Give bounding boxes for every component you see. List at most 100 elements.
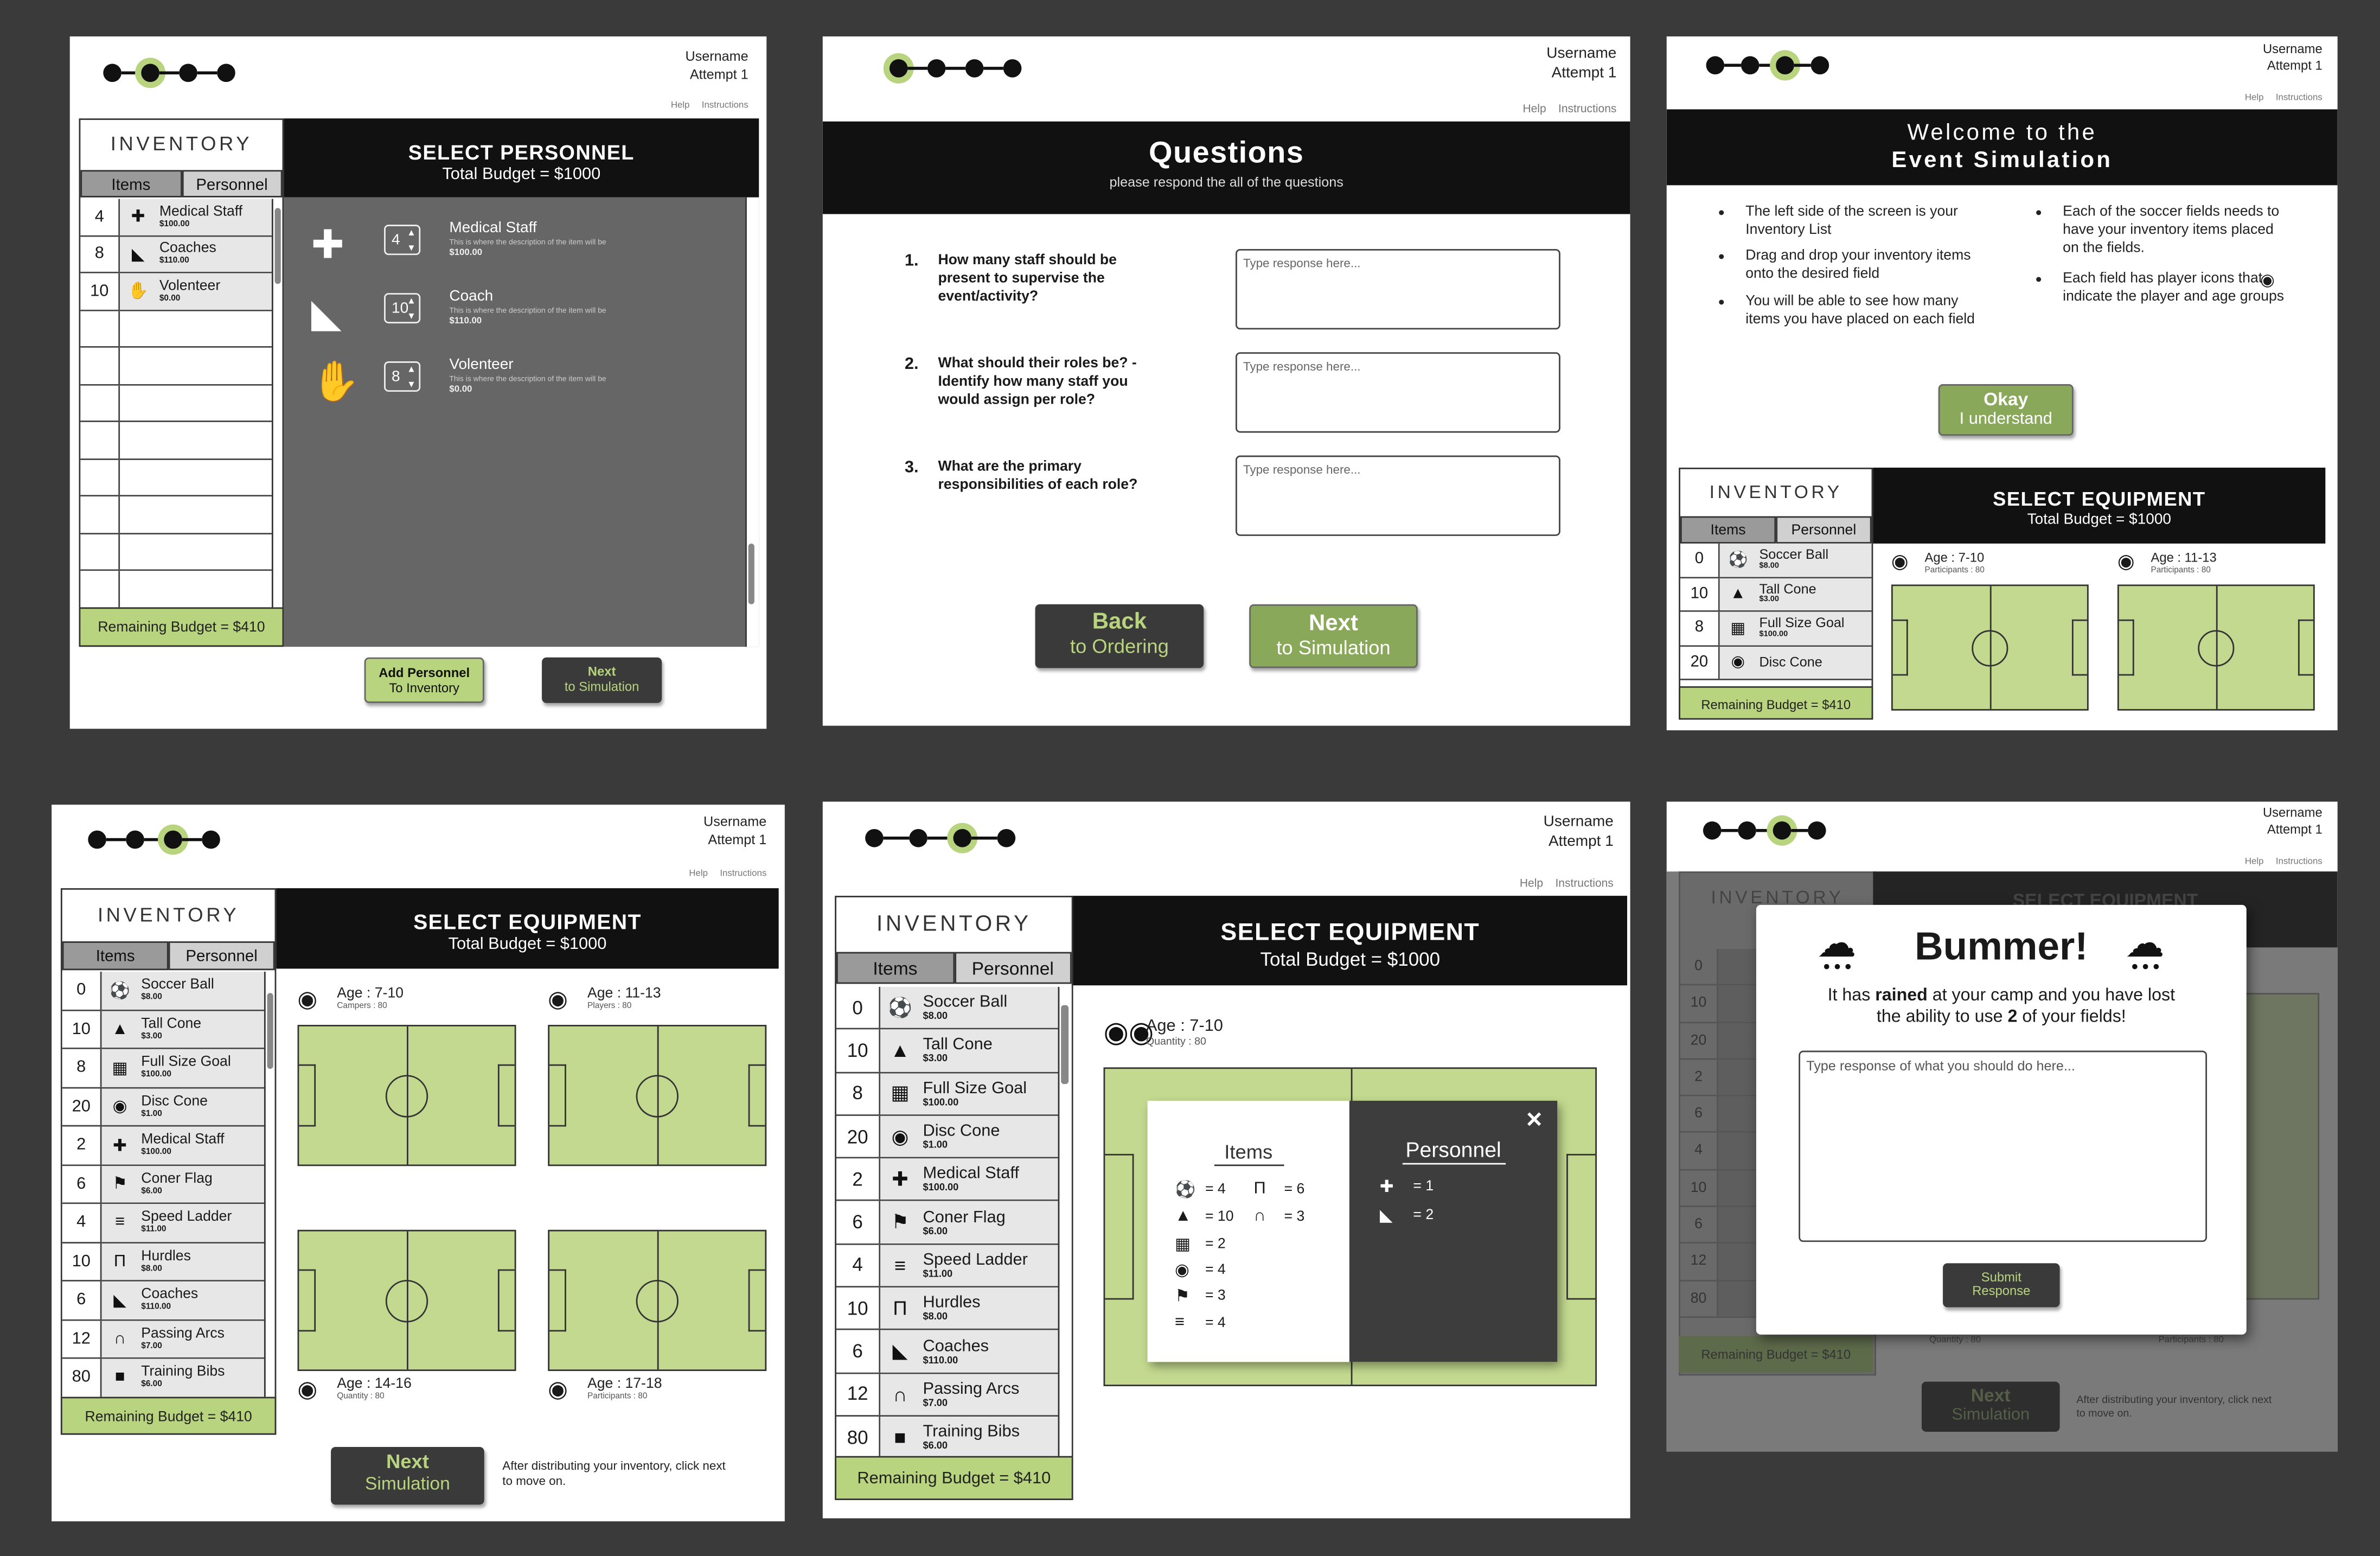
inventory-scrollbar[interactable]: [1058, 987, 1072, 1499]
help-link[interactable]: Help: [2245, 858, 2264, 867]
quantity-stepper[interactable]: 4 ▲ ▼: [384, 225, 421, 257]
inventory-row[interactable]: 6 ◣ Coaches $110.00: [62, 1281, 266, 1321]
inventory-row[interactable]: 8 ▦ Full Size Goal $100.00: [836, 1073, 1058, 1116]
inventory-row[interactable]: 6 ⚑ Coner Flag $6.00: [62, 1165, 266, 1204]
goal-icon: ▦: [1175, 1235, 1191, 1254]
help-link[interactable]: Help: [671, 101, 690, 111]
inventory-row[interactable]: 0 ⚽ Soccer Ball $8.00: [1680, 543, 1872, 578]
inventory-row[interactable]: 80 ■ Training Bibs $6.00: [62, 1359, 266, 1398]
inventory-row[interactable]: 20 ◉ Disc Cone $1.00: [836, 1115, 1058, 1159]
username-label[interactable]: Username: [703, 812, 766, 831]
instructions-link[interactable]: Instructions: [720, 870, 766, 879]
inventory-row[interactable]: 0 ⚽ Soccer Ball $8.00: [836, 987, 1058, 1030]
next-label: Next: [386, 1450, 429, 1473]
empty-inventory-row: [80, 310, 272, 348]
inventory-row[interactable]: 12 ∩ Passing Arcs $7.00: [62, 1320, 266, 1359]
item-cell: ◣ Coaches $110.00: [120, 236, 272, 272]
tab-personnel[interactable]: Personnel: [168, 941, 275, 971]
tab-items[interactable]: Items: [80, 170, 182, 197]
inventory-row[interactable]: 12 ∩ Passing Arcs $7.00: [836, 1373, 1058, 1417]
instructions-link[interactable]: Instructions: [702, 101, 748, 111]
tab-personnel[interactable]: Personnel: [1776, 516, 1872, 544]
instructions-link[interactable]: Instructions: [2276, 858, 2323, 867]
field-detail-popup: Items ⚽ = 4 Π = 6 ▲ = 10 ∩ = 3 ▦ = 2 ◉ = 4 ⚑ = 3 ≡ = 4 …: [1147, 1100, 1558, 1362]
stepper-arrows-icon[interactable]: ▲ ▼: [407, 295, 416, 325]
close-icon[interactable]: ×: [1526, 1104, 1542, 1136]
instruction-bullet: Each of the soccer fields needs to have …: [2036, 203, 2293, 258]
add-personnel-button[interactable]: Add Personnel To Inventory: [364, 657, 484, 703]
inventory-scrollbar[interactable]: [264, 972, 275, 1433]
quantity-stepper[interactable]: 10 ▲ ▼: [384, 293, 421, 325]
question-text: What should their roles be? - Identify h…: [938, 355, 1137, 409]
progress-dot-current: [1776, 56, 1794, 75]
progress-connector: [159, 71, 180, 75]
inventory-row[interactable]: 6 ⚑ Coner Flag $6.00: [836, 1201, 1058, 1245]
inventory-row[interactable]: 10 Π Hurdles $8.00: [62, 1242, 266, 1281]
okay-button[interactable]: Okay I understand: [1938, 384, 2074, 436]
next-to-simulation-button[interactable]: Next to Simulation: [542, 657, 662, 703]
response-textarea[interactable]: Type response of what you should do here…: [1799, 1050, 2208, 1242]
instructions-link[interactable]: Instructions: [2276, 94, 2323, 104]
next-to-simulation-button[interactable]: Next to Simulation: [1249, 604, 1418, 668]
inventory-row[interactable]: 4 ≡ Speed Ladder $11.00: [836, 1245, 1058, 1288]
tab-items[interactable]: Items: [1680, 516, 1776, 544]
response-field[interactable]: Type response here...: [1235, 352, 1560, 433]
inventory-row[interactable]: 10 ▲ Tall Cone $3.00: [836, 1030, 1058, 1073]
back-to-ordering-button[interactable]: Back to Ordering: [1035, 604, 1204, 668]
soccer-field[interactable]: [548, 1229, 767, 1372]
inventory-row[interactable]: 4 ✚ Medical Staff $100.00: [80, 199, 272, 237]
arc-icon: ∩: [114, 1329, 126, 1348]
tab-items[interactable]: Items: [836, 952, 954, 984]
stepper-arrows-icon[interactable]: ▲ ▼: [407, 226, 416, 257]
username-label[interactable]: Username: [2263, 805, 2323, 821]
inventory-row[interactable]: 10 ▲ Tall Cone $3.00: [1680, 577, 1872, 612]
soccer-field[interactable]: [1891, 584, 2089, 711]
soccer-field[interactable]: [297, 1024, 516, 1166]
help-link[interactable]: Help: [1522, 101, 1546, 115]
personnel-scrollbar[interactable]: [745, 197, 759, 647]
response-field[interactable]: Type response here...: [1235, 248, 1560, 330]
username-label[interactable]: Username: [1544, 812, 1614, 832]
inventory-row[interactable]: 20 ◉ Disc Cone $1.00: [62, 1088, 266, 1127]
inventory-row[interactable]: 8 ▦ Full Size Goal $100.00: [62, 1049, 266, 1088]
response-field[interactable]: Type response here...: [1235, 455, 1560, 536]
tab-personnel[interactable]: Personnel: [181, 170, 283, 197]
inventory-row[interactable]: 8 ▦ Full Size Goal $100.00: [1680, 611, 1872, 646]
inventory-row[interactable]: 2 ✚ Medical Staff $100.00: [836, 1158, 1058, 1202]
inventory-row[interactable]: 0 ⚽ Soccer Ball $8.00: [62, 972, 266, 1011]
username-label[interactable]: Username: [685, 47, 748, 66]
inventory-row[interactable]: 4 ≡ Speed Ladder $11.00: [62, 1204, 266, 1243]
quantity-stepper[interactable]: 8 ▲ ▼: [384, 361, 421, 393]
inventory-row[interactable]: 10 Π Hurdles $8.00: [836, 1287, 1058, 1331]
item-cell: ▲ Tall Cone $3.00: [1719, 577, 1872, 610]
soccer-field[interactable]: [2117, 584, 2315, 711]
instructions-link[interactable]: Instructions: [1558, 101, 1616, 115]
tab-personnel[interactable]: Personnel: [954, 952, 1072, 984]
stepper-arrows-icon[interactable]: ▲ ▼: [407, 363, 416, 393]
inventory-row[interactable]: 80 ■ Training Bibs $6.00: [836, 1416, 1058, 1460]
inventory-row[interactable]: 2 ✚ Medical Staff $100.00: [62, 1126, 266, 1165]
inventory-scrollbar[interactable]: [271, 199, 283, 646]
inventory-row[interactable]: 10 ▲ Tall Cone $3.00: [62, 1010, 266, 1049]
help-link[interactable]: Help: [1520, 876, 1543, 890]
soccer-field[interactable]: [297, 1229, 516, 1372]
question-number: 3.: [904, 458, 919, 477]
tab-items[interactable]: Items: [62, 941, 169, 971]
soccer-field[interactable]: [548, 1024, 767, 1166]
help-link[interactable]: Help: [2245, 94, 2264, 104]
inventory-row[interactable]: 8 ◣ Coaches $110.00: [80, 236, 272, 273]
submit-response-button[interactable]: Submit Response: [1943, 1263, 2060, 1308]
field-age-label: Age : 11-13: [587, 985, 661, 1003]
next-simulation-button[interactable]: Next Simulation: [331, 1446, 484, 1505]
username-label[interactable]: Username: [1546, 44, 1616, 63]
bg-next-sublabel: Simulation: [1952, 1406, 2030, 1424]
item-text: Disc Cone: [1759, 654, 1822, 670]
help-link[interactable]: Help: [689, 870, 708, 879]
instructions-link[interactable]: Instructions: [1555, 876, 1613, 890]
inventory-row[interactable]: 20 ◉ Disc Cone: [1680, 646, 1872, 680]
inventory-row[interactable]: 6 ◣ Coaches $110.00: [836, 1330, 1058, 1374]
inventory-row[interactable]: 10 ✋ Volenteer $0.00: [80, 273, 272, 311]
username-label[interactable]: Username: [2263, 41, 2323, 58]
item-name: Training Bibs: [141, 1363, 225, 1381]
item-text: Passing Arcs $7.00: [141, 1326, 225, 1351]
